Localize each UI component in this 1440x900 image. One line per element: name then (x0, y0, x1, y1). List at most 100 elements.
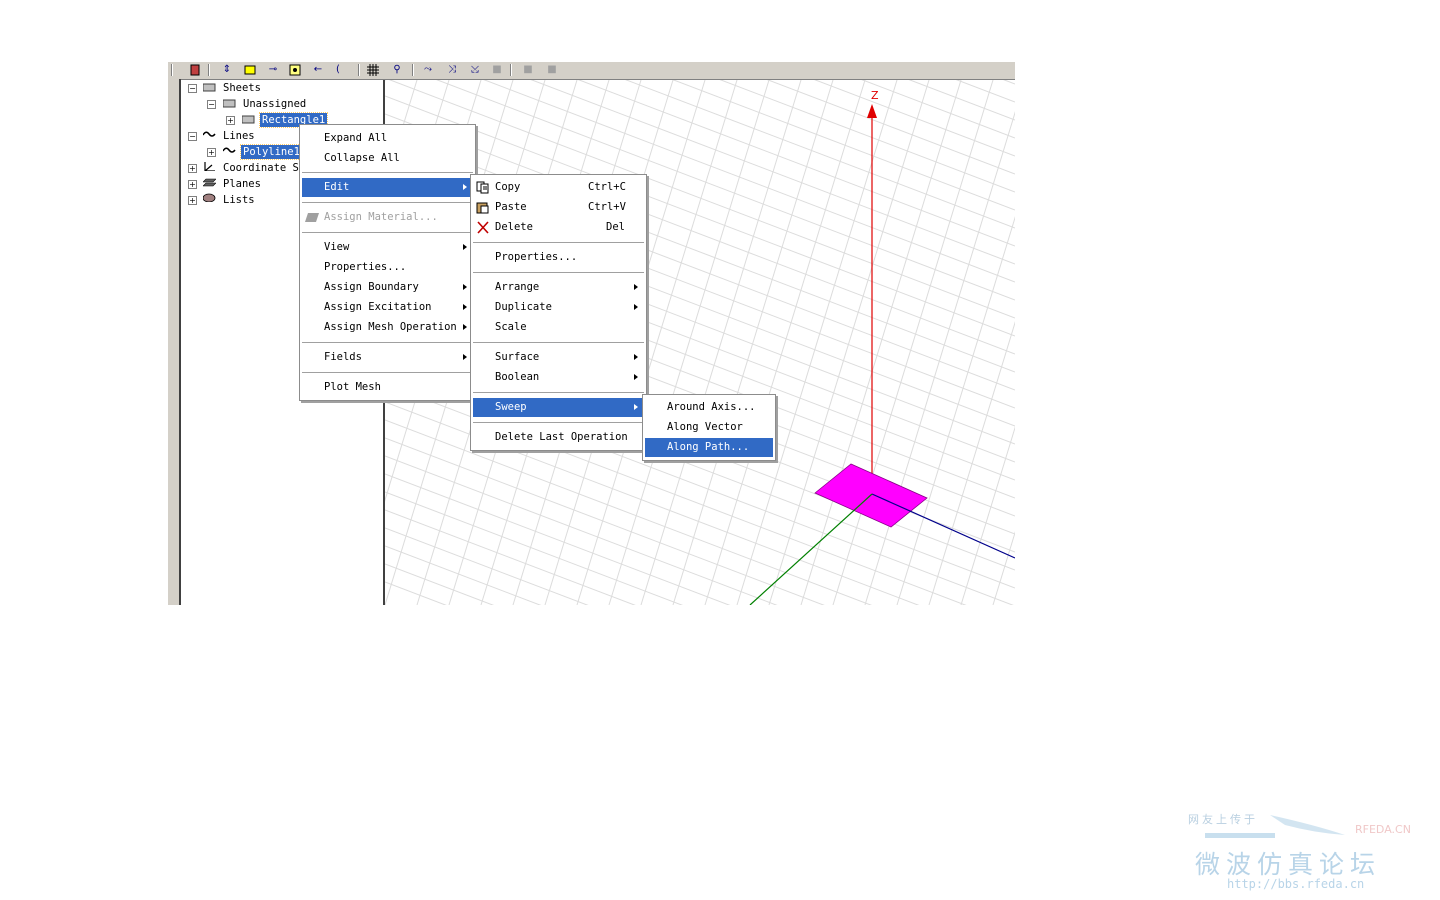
menu-fields[interactable]: Fields (302, 348, 473, 367)
watermark-title: 微波仿真论坛 (1195, 850, 1382, 879)
submenu-arrow-icon (634, 354, 638, 360)
grid-line (896, 216, 1015, 605)
menu-assign-excitation[interactable]: Assign Excitation (302, 298, 473, 317)
sheet-icon (223, 99, 236, 108)
line-icon (223, 147, 236, 153)
arc-tool-icon[interactable]: ( (331, 63, 345, 76)
grid-line (928, 321, 1015, 605)
expand-planes-toggle[interactable]: + (188, 180, 197, 189)
watermark-brand: RFEDA.CN (1355, 823, 1411, 836)
expand-lists-toggle[interactable]: + (188, 196, 197, 205)
submenu-arrow-icon (463, 184, 467, 190)
menu-assign-material: Assign Material... (302, 208, 473, 227)
menu-assign-mesh-operation[interactable]: Assign Mesh Operation (302, 318, 473, 337)
point-tool-icon[interactable] (288, 63, 302, 76)
snap-icon-2[interactable]: ⤨ (445, 63, 459, 76)
toolbar: ⇕ ⊸ ← ( ⚲ ⤳ ⤨ ⤩ ■ ■ ■ (168, 62, 1015, 80)
menu-plot-mesh[interactable]: Plot Mesh (302, 378, 473, 397)
menu-boolean[interactable]: Boolean (473, 368, 644, 387)
menu-arrange[interactable]: Arrange (473, 278, 644, 297)
assign-material-icon (305, 213, 319, 222)
submenu-arrow-icon (463, 244, 467, 250)
left-dock-strip (168, 79, 181, 605)
tree-node-sheets[interactable]: Sheets (223, 81, 261, 95)
lists-icon (203, 193, 216, 202)
grid-line (384, 455, 778, 605)
grid-move-icon[interactable]: ⇕ (220, 63, 234, 76)
arrow-left-icon[interactable]: ← (311, 63, 325, 76)
menu-edit-properties[interactable]: Properties... (473, 248, 644, 267)
collapse-sheets-toggle[interactable]: − (188, 84, 197, 93)
grid-line (768, 79, 930, 605)
tree-node-lists[interactable]: Lists (223, 193, 255, 207)
submenu-arrow-icon (463, 324, 467, 330)
submenu-arrow-icon (634, 284, 638, 290)
submenu-arrow-icon (634, 304, 638, 310)
paste-icon (476, 202, 489, 214)
submenu-arrow-icon (463, 354, 467, 360)
snap-icon-1[interactable]: ⤳ (421, 63, 435, 76)
menu-view[interactable]: View (302, 238, 473, 257)
collapse-unassigned-toggle[interactable]: − (207, 100, 216, 109)
grid-line (736, 79, 898, 605)
grid-line (766, 62, 1015, 157)
submenu-arrow-icon (634, 374, 638, 380)
snap-icon-3[interactable]: ⤩ (468, 63, 482, 76)
grid-line (864, 111, 1015, 605)
menu-paste[interactable]: Paste Ctrl+V (473, 198, 644, 217)
copy-icon (476, 181, 489, 194)
grid-line (719, 62, 1015, 175)
menu-scale[interactable]: Scale (473, 318, 644, 337)
grid-line (992, 531, 1015, 605)
menu-edit[interactable]: Edit (302, 178, 473, 197)
menu-collapse-all[interactable]: Collapse All (302, 149, 473, 168)
menu-assign-boundary[interactable]: Assign Boundary (302, 278, 473, 297)
disabled-tool-icon-3: ■ (547, 64, 557, 75)
menu-duplicate[interactable]: Duplicate (473, 298, 644, 317)
expand-rectangle-toggle[interactable]: + (226, 116, 235, 125)
line-icon (203, 131, 216, 137)
menu-delete-last-operation[interactable]: Delete Last Operation (473, 428, 644, 447)
tree-node-lines[interactable]: Lines (223, 129, 255, 143)
collapse-lines-toggle[interactable]: − (188, 132, 197, 141)
measure-icon[interactable]: ⚲ (390, 63, 404, 76)
line-tool-icon[interactable]: ⊸ (266, 63, 280, 76)
menu-surface[interactable]: Surface (473, 348, 644, 367)
expand-polyline-toggle[interactable]: + (207, 148, 216, 157)
menu-sweep[interactable]: Sweep (473, 398, 644, 417)
menu-along-vector[interactable]: Along Vector (645, 418, 773, 437)
grid-icon[interactable] (366, 63, 380, 76)
z-axis-arrow (867, 104, 877, 118)
sheet-icon (242, 115, 255, 124)
menu-delete[interactable]: Delete Del (473, 218, 644, 237)
menu-around-axis[interactable]: Around Axis... (645, 398, 773, 417)
planes-icon (203, 178, 216, 187)
grid-line (832, 79, 994, 605)
edit-submenu: Copy Ctrl+C Paste Ctrl+V Delete Del Propert… (470, 174, 647, 451)
submenu-arrow-icon (634, 404, 638, 410)
disabled-tool-icon-2: ■ (523, 64, 533, 75)
submenu-arrow-icon (463, 304, 467, 310)
materials-toolbar-icon[interactable] (188, 63, 202, 76)
menu-along-path[interactable]: Along Path... (645, 438, 773, 457)
menu-properties[interactable]: Properties... (302, 258, 473, 277)
disabled-tool-icon-1: ■ (492, 64, 502, 75)
forum-watermark: 网友上传于 RFEDA.CN 微波仿真论坛 http://bbs.rfeda.c… (1185, 805, 1425, 895)
delete-icon (477, 221, 489, 234)
tree-node-unassigned[interactable]: Unassigned (243, 97, 306, 111)
z-axis-label: Z (871, 89, 879, 102)
menu-expand-all[interactable]: Expand All (302, 129, 473, 148)
watermark-tag: 网友上传于 (1188, 813, 1258, 826)
submenu-arrow-icon (463, 284, 467, 290)
sheet-icon (203, 83, 216, 92)
tree-node-planes[interactable]: Planes (223, 177, 261, 191)
tree-context-menu: Expand All Collapse All Edit Assign Mate… (299, 124, 476, 401)
tree-node-coordinate-systems[interactable]: Coordinate Sy (223, 161, 305, 175)
menu-copy[interactable]: Copy Ctrl+C (473, 178, 644, 197)
grid-line (672, 79, 834, 605)
expand-coord-toggle[interactable]: + (188, 164, 197, 173)
coordinate-icon (204, 162, 215, 171)
rectangle-tool-icon[interactable] (243, 63, 257, 76)
watermark-url: http://bbs.rfeda.cn (1227, 877, 1365, 891)
tree-node-polyline1[interactable]: Polyline1 (240, 144, 303, 160)
